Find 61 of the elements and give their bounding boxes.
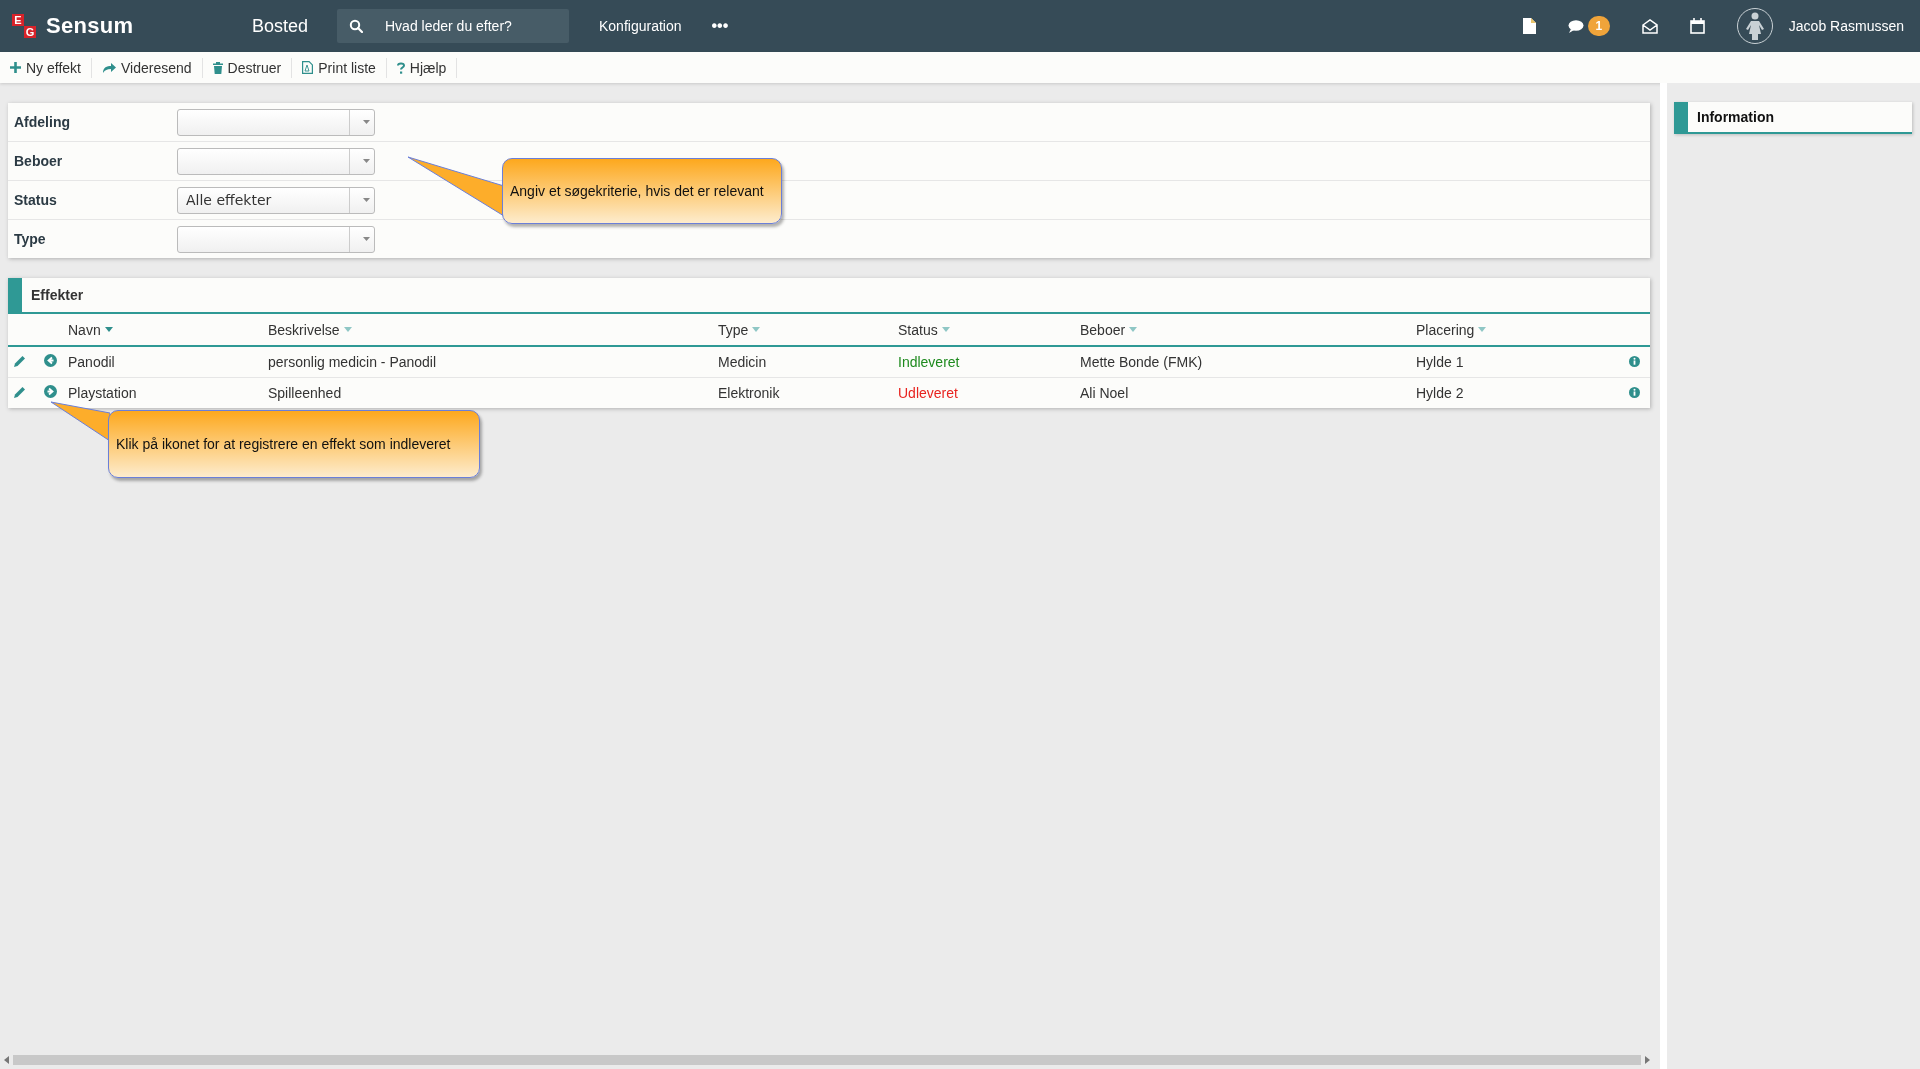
table-cell: Hylde 1 (1416, 354, 1464, 370)
toolbar-button[interactable]: Ny effekt (0, 57, 92, 78)
table-cell: Panodil (68, 354, 115, 370)
right-arrow-circle-icon[interactable] (44, 385, 57, 398)
column-header[interactable]: Placering (1416, 321, 1487, 338)
toolbar-button[interactable]: Hjælp (386, 57, 458, 78)
chat-icon[interactable] (1567, 19, 1584, 33)
status-text: Udleveret (898, 385, 958, 401)
toolbar-button[interactable]: Print liste (292, 57, 387, 78)
status-text: Indleveret (898, 354, 960, 370)
edit-pencil-icon[interactable] (14, 386, 26, 398)
dropdown-field[interactable] (177, 147, 375, 175)
scroll-right-icon[interactable] (1645, 1056, 1650, 1064)
scroll-left-icon[interactable] (4, 1056, 9, 1064)
field-label: Type (14, 231, 47, 247)
sort-caret-icon[interactable] (104, 327, 113, 332)
more-menu[interactable]: ••• (711, 17, 729, 35)
section-title: Effekter (8, 278, 1650, 314)
dropdown-field[interactable]: Alle effekter (177, 186, 375, 214)
search-icon (349, 19, 363, 33)
info-icon[interactable] (1629, 387, 1640, 398)
mail-icon[interactable] (1641, 18, 1658, 34)
table-cell: Ali Noel (1080, 385, 1129, 401)
field-label: Status (14, 192, 58, 208)
plus-icon (10, 62, 21, 73)
table-cell: Spilleenhed (268, 385, 342, 401)
field-label: Beboer (14, 153, 64, 169)
info-icon[interactable] (1629, 356, 1640, 367)
forward-arrow-icon (102, 62, 116, 73)
notification-badge: 1 (1587, 16, 1610, 36)
horizontal-scrollbar[interactable] (13, 1055, 1641, 1065)
calendar-icon[interactable] (1689, 18, 1705, 34)
help-icon (396, 61, 405, 74)
column-header[interactable]: Beskrivelse (268, 321, 352, 338)
table-cell: Mette Bonde (FMK) (1080, 354, 1203, 370)
dropdown-field[interactable] (177, 225, 375, 253)
column-header[interactable]: Navn (68, 321, 113, 338)
table-cell: Elektronik (718, 385, 780, 401)
trash-icon (212, 61, 223, 74)
table-cell: personlig medicin - Panodil (268, 354, 437, 370)
edit-pencil-icon[interactable] (14, 355, 26, 367)
panel-title: Information (1674, 102, 1912, 134)
toolbar-button[interactable]: Videresend (92, 57, 203, 78)
column-header[interactable]: Status (898, 321, 950, 338)
callout-pointer (50, 401, 110, 443)
search-field[interactable]: Hvad leder du efter? (337, 9, 569, 43)
document-icon[interactable] (1522, 18, 1536, 34)
table-cell: Hylde 2 (1416, 385, 1464, 401)
pdf-file-icon (302, 61, 314, 74)
field-label: Afdeling (14, 114, 71, 130)
dropdown-field[interactable] (177, 108, 375, 136)
context-title[interactable]: Bosted (252, 15, 337, 37)
table-cell: Playstation (68, 385, 137, 401)
app-name[interactable]: Sensum (46, 13, 134, 39)
user-name[interactable]: Jacob Rasmussen (1788, 18, 1904, 34)
toolbar-button[interactable]: Destruer (202, 57, 293, 78)
column-header[interactable]: Beboer (1080, 321, 1138, 338)
column-header[interactable]: Type (718, 321, 761, 338)
menu-item[interactable]: Konfiguration (599, 18, 682, 34)
table-cell: Medicin (718, 354, 767, 370)
left-arrow-circle-icon[interactable] (44, 354, 57, 367)
